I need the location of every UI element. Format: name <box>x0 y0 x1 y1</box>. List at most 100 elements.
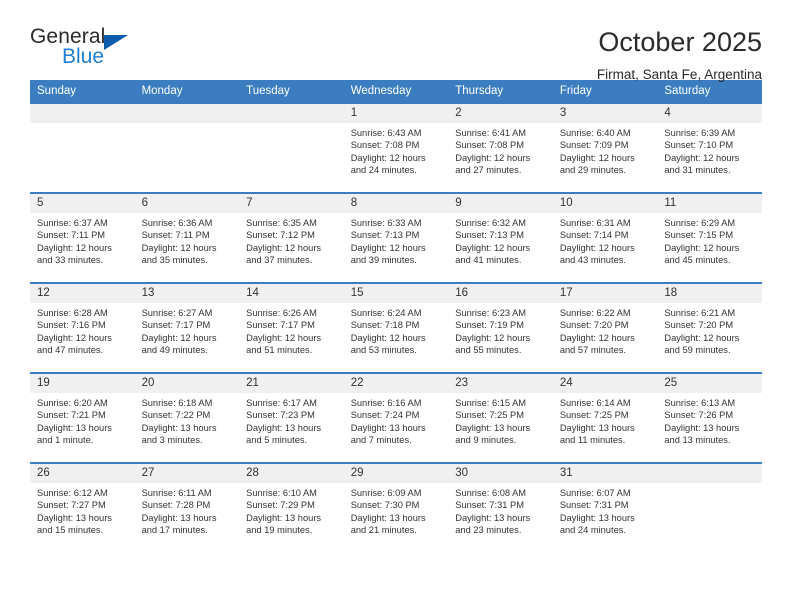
calendar-day-cell[interactable]: 24 Sunrise: 6:14 AM Sunset: 7:25 PM Dayligh… <box>552 372 658 463</box>
calendar-day-cell[interactable]: 7 Sunrise: 6:35 AM Sunset: 7:12 PM Daylight… <box>239 192 344 283</box>
calendar-day-cell[interactable]: 22 Sunrise: 6:16 AM Sunset: 7:24 PM Dayligh… <box>343 372 449 463</box>
calendar-day-cell[interactable]: 17 Sunrise: 6:22 AM Sunset: 7:20 PM Dayligh… <box>552 282 658 373</box>
calendar-day-cell[interactable]: 15 Sunrise: 6:24 AM Sunset: 7:18 PM Dayligh… <box>343 282 449 373</box>
day-number: 18 <box>657 284 762 303</box>
calendar-day-cell[interactable]: 18 Sunrise: 6:21 AM Sunset: 7:20 PM Dayligh… <box>657 282 762 373</box>
day-number: 12 <box>30 284 135 303</box>
daylight-text-line1: Daylight: 12 hours <box>37 242 112 253</box>
day-number: 10 <box>552 194 658 213</box>
page-header: General Blue October 2025 Firmat, Santa … <box>30 0 762 83</box>
calendar-day-cell[interactable]: 23 Sunrise: 6:15 AM Sunset: 7:25 PM Dayligh… <box>448 372 553 463</box>
daylight-text-line2: and 5 minutes. <box>246 435 308 446</box>
daylight-text-line1: Daylight: 13 hours <box>455 422 531 433</box>
daylight-text-line2: and 21 minutes. <box>350 525 417 536</box>
day-details: Sunrise: 6:32 AM Sunset: 7:13 PM Daylight:… <box>448 213 553 267</box>
calendar-day-cell[interactable]: 10 Sunrise: 6:31 AM Sunset: 7:14 PM Dayligh… <box>552 192 658 283</box>
day-details: Sunrise: 6:23 AM Sunset: 7:19 PM Daylight:… <box>448 303 553 357</box>
daylight-text-line2: and 55 minutes. <box>455 345 522 356</box>
day-number: 4 <box>657 104 762 123</box>
daylight-text-line1: Daylight: 12 hours <box>350 332 426 343</box>
day-details: Sunrise: 6:18 AM Sunset: 7:22 PM Daylight:… <box>135 393 240 447</box>
weekday-header-cell: Thursday <box>448 80 553 103</box>
calendar-table: Sunday Monday Tuesday Wednesday Thursday Frid… <box>30 80 762 553</box>
daylight-text-line2: and 19 minutes. <box>246 525 313 536</box>
calendar-day-cell[interactable]: 11 Sunrise: 6:29 AM Sunset: 7:15 PM Dayligh… <box>657 192 762 283</box>
calendar-week-row: 1 Sunrise: 6:43 AM Sunset: 7:08 PM Daylight… <box>30 102 762 193</box>
sunset-text: Sunset: 7:11 PM <box>141 230 210 241</box>
day-number: 26 <box>30 464 135 483</box>
calendar-day-cell[interactable]: 30 Sunrise: 6:08 AM Sunset: 7:31 PM Dayligh… <box>448 462 553 553</box>
day-details: Sunrise: 6:08 AM Sunset: 7:31 PM Daylight:… <box>448 483 553 537</box>
calendar-day-cell[interactable]: 20 Sunrise: 6:18 AM Sunset: 7:22 PM Dayligh… <box>134 372 240 463</box>
day-number: 21 <box>239 374 344 393</box>
calendar-day-cell[interactable]: 21 Sunrise: 6:17 AM Sunset: 7:23 PM Dayligh… <box>239 372 344 463</box>
sunset-text: Sunset: 7:10 PM <box>664 140 734 151</box>
day-number: 13 <box>134 284 240 303</box>
daylight-text-line2: and 1 minute. <box>37 435 94 446</box>
day-details: Sunrise: 6:28 AM Sunset: 7:16 PM Daylight:… <box>30 303 135 357</box>
calendar-day-cell[interactable]: 14 Sunrise: 6:26 AM Sunset: 7:17 PM Dayligh… <box>239 282 344 373</box>
sunrise-text: Sunrise: 6:43 AM <box>350 128 422 138</box>
calendar-day-cell[interactable]: 29 Sunrise: 6:09 AM Sunset: 7:30 PM Dayligh… <box>343 462 449 553</box>
calendar-day-cell[interactable]: 5 Sunrise: 6:37 AM Sunset: 7:11 PM Daylight… <box>30 192 135 283</box>
sunset-text: Sunset: 7:18 PM <box>350 320 420 331</box>
day-details: Sunrise: 6:13 AM Sunset: 7:26 PM Daylight:… <box>657 393 762 447</box>
page-title: October 2025 <box>598 27 762 57</box>
calendar-day-cell[interactable]: 2 Sunrise: 6:41 AM Sunset: 7:08 PM Daylight… <box>448 102 553 193</box>
day-number: 14 <box>239 284 344 303</box>
daylight-text-line2: and 35 minutes. <box>141 255 208 266</box>
calendar-day-cell[interactable]: 19 Sunrise: 6:20 AM Sunset: 7:21 PM Dayligh… <box>30 372 135 463</box>
calendar-day-cell[interactable]: 9 Sunrise: 6:32 AM Sunset: 7:13 PM Daylight… <box>448 192 553 283</box>
calendar-day-cell[interactable]: 25 Sunrise: 6:13 AM Sunset: 7:26 PM Dayligh… <box>657 372 762 463</box>
day-details: Sunrise: 6:21 AM Sunset: 7:20 PM Daylight:… <box>657 303 762 357</box>
calendar-day-cell[interactable]: 8 Sunrise: 6:33 AM Sunset: 7:13 PM Daylight… <box>343 192 449 283</box>
daylight-text-line1: Daylight: 13 hours <box>37 512 112 523</box>
daylight-text-line1: Daylight: 13 hours <box>455 512 531 523</box>
sunrise-text: Sunrise: 6:17 AM <box>246 398 317 408</box>
daylight-text-line1: Daylight: 12 hours <box>350 152 426 163</box>
calendar-day-cell[interactable]: 26 Sunrise: 6:12 AM Sunset: 7:27 PM Dayligh… <box>30 462 135 553</box>
daylight-text-line1: Daylight: 12 hours <box>141 332 217 343</box>
daylight-text-line1: Daylight: 12 hours <box>559 242 635 253</box>
calendar-day-cell[interactable]: 3 Sunrise: 6:40 AM Sunset: 7:09 PM Daylight… <box>552 102 658 193</box>
calendar-day-cell[interactable]: 6 Sunrise: 6:36 AM Sunset: 7:11 PM Daylight… <box>134 192 240 283</box>
weekday-header-cell: Friday <box>552 80 658 103</box>
daylight-text-line2: and 45 minutes. <box>664 255 731 266</box>
day-number <box>657 464 762 483</box>
daylight-text-line1: Daylight: 12 hours <box>664 152 740 163</box>
calendar-day-cell[interactable]: 28 Sunrise: 6:10 AM Sunset: 7:29 PM Dayligh… <box>239 462 344 553</box>
calendar-day-cell[interactable]: 1 Sunrise: 6:43 AM Sunset: 7:08 PM Daylight… <box>343 102 449 193</box>
calendar-day-cell[interactable]: 27 Sunrise: 6:11 AM Sunset: 7:28 PM Dayligh… <box>134 462 240 553</box>
sunset-text: Sunset: 7:11 PM <box>37 230 106 241</box>
sunset-text: Sunset: 7:30 PM <box>350 500 420 511</box>
triangle-icon <box>104 35 128 50</box>
daylight-text-line1: Daylight: 13 hours <box>141 512 217 523</box>
sunset-text: Sunset: 7:25 PM <box>559 410 629 421</box>
day-details: Sunrise: 6:29 AM Sunset: 7:15 PM Daylight:… <box>657 213 762 267</box>
calendar-day-cell[interactable]: 4 Sunrise: 6:39 AM Sunset: 7:10 PM Daylight… <box>657 102 762 193</box>
day-number <box>239 104 344 123</box>
weekday-header: Sunday Monday Tuesday Wednesday Thursday Frid… <box>30 80 762 103</box>
daylight-text-line2: and 39 minutes. <box>350 255 417 266</box>
calendar-day-cell[interactable]: 12 Sunrise: 6:28 AM Sunset: 7:16 PM Dayligh… <box>30 282 135 373</box>
calendar-day-cell[interactable]: 16 Sunrise: 6:23 AM Sunset: 7:19 PM Dayligh… <box>448 282 553 373</box>
calendar-day-cell[interactable]: 31 Sunrise: 6:07 AM Sunset: 7:31 PM Dayligh… <box>552 462 658 553</box>
sunset-text: Sunset: 7:20 PM <box>559 320 629 331</box>
daylight-text-line1: Daylight: 13 hours <box>664 422 740 433</box>
day-number: 28 <box>239 464 344 483</box>
day-number: 7 <box>239 194 344 213</box>
day-details: Sunrise: 6:41 AM Sunset: 7:08 PM Daylight:… <box>448 123 553 177</box>
day-details: Sunrise: 6:15 AM Sunset: 7:25 PM Daylight:… <box>448 393 553 447</box>
day-details: Sunrise: 6:33 AM Sunset: 7:13 PM Daylight:… <box>344 213 449 267</box>
day-number: 1 <box>343 104 449 123</box>
sunset-text: Sunset: 7:29 PM <box>246 500 315 511</box>
sunset-text: Sunset: 7:19 PM <box>455 320 524 331</box>
day-number: 11 <box>657 194 762 213</box>
sunset-text: Sunset: 7:28 PM <box>141 500 211 511</box>
sunset-text: Sunset: 7:08 PM <box>455 140 524 151</box>
calendar-day-cell[interactable]: 13 Sunrise: 6:27 AM Sunset: 7:17 PM Dayligh… <box>134 282 240 373</box>
sunset-text: Sunset: 7:31 PM <box>559 500 629 511</box>
logo[interactable]: General Blue <box>30 26 150 74</box>
sunset-text: Sunset: 7:16 PM <box>37 320 106 331</box>
sunset-text: Sunset: 7:26 PM <box>664 410 734 421</box>
